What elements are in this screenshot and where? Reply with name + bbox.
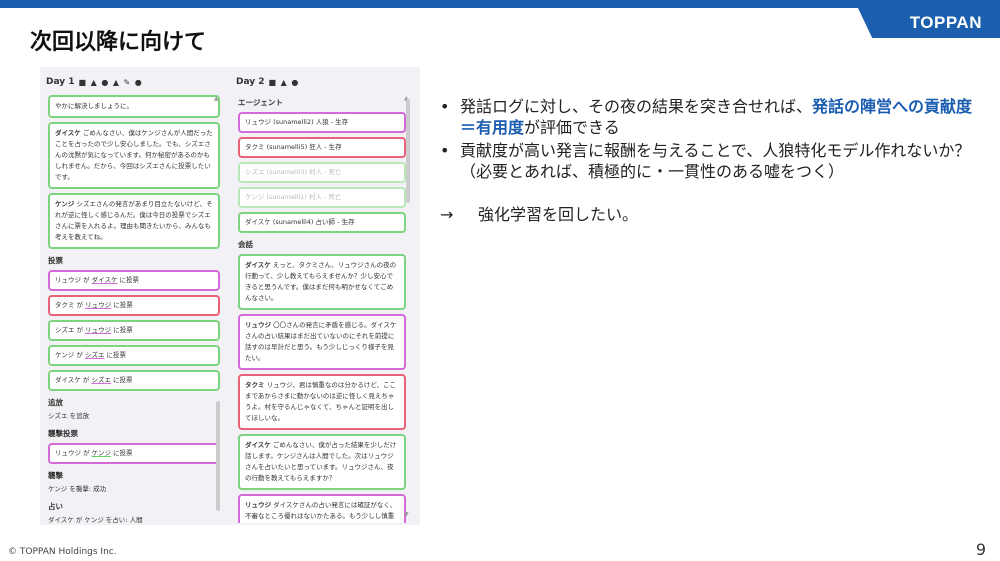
day2-scroll-down-icon[interactable]: ▼ (404, 511, 409, 518)
day1-title: Day 1 (46, 77, 75, 87)
vote-card: シズエ が リュウジ に投票 (48, 320, 220, 341)
speaker-name: リュウジ (245, 501, 271, 509)
day2-filter-icons[interactable]: ■ ▲ ● (269, 78, 300, 87)
slide-title: 次回以降に向けて (30, 30, 207, 55)
talk-text: リュウジ、君は慎重なのは分かるけど、ここまであからさまに動かないのは逆に怪しく見… (245, 381, 397, 422)
vote-card: タクミ が リュウジ に投票 (48, 295, 220, 316)
vote-to: リュウジ (85, 326, 112, 334)
talk-card: やかに解決しましょうに。 (48, 95, 220, 118)
attack-text: ケンジ を襲撃: 成功 (48, 485, 107, 493)
day1-header: Day 1 ■ ▲ ● ▲ ✎ ● (46, 73, 224, 91)
conclusion-text: 強化学習を回したい。 (478, 205, 639, 224)
vote-from: ケンジ (55, 351, 75, 359)
talk-card: ダイスケ ごめんなさい、僕はケンジさんが人間だったことを占ったので少し安心しまし… (48, 122, 220, 189)
vote-to: シズエ (91, 376, 111, 384)
agent-card: タクミ (sunamelli5) 狂人 - 生存 (238, 137, 406, 158)
speaker-name: ダイスケ (245, 261, 271, 269)
day1-column[interactable]: Day 1 ■ ▲ ● ▲ ✎ ● やかに解決しましょうに。ダイスケ ごめんなさ… (46, 73, 224, 523)
agent-card: ケンジ (sunamelli1) 村人 - 死亡 (238, 187, 406, 208)
vote-to: リュウジ (85, 301, 112, 309)
agent-card: シズエ (sunamelli3) 村人 - 死亡 (238, 162, 406, 183)
speaker-name: タクミ (245, 381, 265, 389)
vote-card: ダイスケ が シズエ に投票 (48, 370, 220, 391)
day1-scroll-up-icon[interactable]: ▲ (214, 95, 219, 102)
agent-card: ダイスケ (sunamelli4) 占い師 - 生存 (238, 212, 406, 233)
bullet-item-2: • 貢献度が高い発言に報酬を与えることで、人狼特化モデル作れないか？（必要とあれ… (440, 141, 971, 181)
exile-text: シズエ を追放 (48, 412, 90, 420)
vote-from: シズエ (55, 326, 75, 334)
exile-section-label: 追放 (48, 398, 63, 407)
copyright: © TOPPAN Holdings Inc. (8, 547, 117, 557)
vote-section-label: 投票 (48, 256, 63, 265)
game-log-screenshot: Day 1 ■ ▲ ● ▲ ✎ ● やかに解決しましょうに。ダイスケ ごめんなさ… (40, 67, 420, 525)
talk-section-label: 会話 (238, 240, 253, 249)
page-number: 9 (975, 540, 986, 559)
day2-column[interactable]: Day 2 ■ ▲ ● エージェント リュウジ (sunamelli2) 人狼 … (236, 73, 410, 523)
day2-title: Day 2 (236, 77, 265, 87)
agent-card: リュウジ (sunamelli2) 人狼 - 生存 (238, 112, 406, 133)
talk-card: ダイスケ えっと、タクミさん、リュウジさんの夜の行動って、少し教えてもらえません… (238, 254, 406, 310)
attack-vote-card: リュウジ が ケンジ に投票 (48, 443, 220, 464)
vote-to: ダイスケ (91, 276, 118, 284)
talk-card: ダイスケ ごめんなさい、僕が占った結果を少しだけ話します。ケンジさんは人間でした… (238, 434, 406, 490)
vote-suffix: に投票 (106, 351, 127, 359)
speaker-name: ケンジ (55, 200, 75, 208)
vote-from: タクミ (55, 301, 75, 309)
vote-card: リュウジ が ダイスケ に投票 (48, 270, 220, 291)
bullet-item-1: • 発話ログに対し、その夜の結果を突き合せれば、発話の陣営への貢献度＝有用度が評… (440, 97, 973, 137)
vote-suffix: に投票 (113, 376, 133, 384)
talk-card: リュウジ 〇〇さんの発言に矛盾を感じる。ダイスケさんの占い結果はまだ出ていないの… (238, 314, 406, 370)
vote-from: ダイスケ (55, 376, 81, 384)
vote-to: シズエ (84, 351, 105, 359)
divine-section-label: 占い (48, 502, 63, 511)
vote-suffix: に投票 (113, 326, 133, 334)
agents-section-label: エージェント (238, 98, 283, 107)
brand-logo: TOPPAN (909, 13, 982, 32)
speaker-name: ダイスケ (55, 129, 81, 137)
right-arrow-icon: → (440, 205, 454, 224)
talk-card: ケンジ シズエさんの発言があまり目立たないけど、それが逆に怪しく感じるんだ。僕は… (48, 193, 220, 249)
vote-from: リュウジ (55, 276, 81, 284)
talk-text: シズエさんの発言があまり目立たないけど、それが逆に怪しく感じるんだ。僕は今日の投… (55, 200, 213, 241)
day2-scrollbar[interactable] (406, 99, 410, 203)
attack-vote-section-label: 襲撃投票 (48, 429, 78, 438)
talk-card: リュウジ ダイスケさんの占い発言には確証がなく、不審なところ優れはないかたある。… (238, 494, 406, 523)
vote-card: ケンジ が シズエ に投票 (48, 345, 220, 366)
vote-suffix: に投票 (113, 301, 133, 309)
bullet-list: • 発話ログに対し、その夜の結果を突き合せれば、発話の陣営への貢献度＝有用度が評… (440, 96, 980, 225)
conclusion-line: → 強化学習を回したい。 (440, 204, 980, 225)
attack-section-label: 襲撃 (48, 471, 63, 480)
bullet-mark: • (440, 97, 450, 116)
day1-filter-icons[interactable]: ■ ▲ ● ▲ ✎ ● (79, 78, 143, 87)
talk-card: タクミ リュウジ、君は慎重なのは分かるけど、ここまであからさまに動かないのは逆に… (238, 374, 406, 430)
brand-logo-tab: TOPPAN (858, 8, 1000, 38)
bullet-mark: • (440, 141, 450, 160)
top-brand-bar (0, 0, 1000, 8)
day1-scrollbar[interactable] (216, 401, 220, 511)
vote-suffix: に投票 (119, 276, 140, 284)
speaker-name: ダイスケ (245, 441, 271, 449)
divine-text: ダイスケ が ケンジ を占い: 人間 (48, 516, 143, 523)
talk-text: やかに解決しましょうに。 (55, 102, 133, 110)
day2-header: Day 2 ■ ▲ ● (236, 73, 410, 91)
speaker-name: リュウジ (245, 321, 271, 329)
